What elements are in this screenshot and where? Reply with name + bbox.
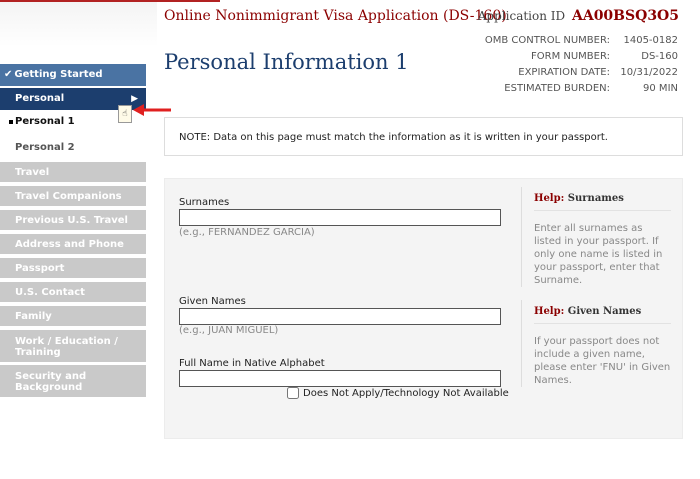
surnames-example: (e.g., FERNANDEZ GARCIA): [179, 227, 315, 238]
application-id: Application ID AA00BSQ3O5: [478, 8, 679, 24]
help-body: If your passport does not include a give…: [534, 336, 671, 386]
application-id-value: AA00BSQ3O5: [571, 8, 679, 24]
native-name-input[interactable]: [179, 370, 501, 387]
sidebar-item-travel-companions[interactable]: Travel Companions: [0, 186, 146, 208]
sidebar-item-address-phone[interactable]: Address and Phone: [0, 234, 146, 256]
app-title: Online Nonimmigrant Visa Application (DS…: [164, 8, 507, 24]
personal-info-form: Surnames (e.g., FERNANDEZ GARCIA) Given …: [164, 178, 683, 439]
sidebar-item-getting-started[interactable]: ✔ Getting Started: [0, 64, 146, 86]
help-prefix: Help:: [534, 306, 565, 317]
sidebar-item-label: Getting Started: [14, 69, 103, 80]
sidebar-item-passport[interactable]: Passport: [0, 258, 146, 280]
does-not-apply-label: Does Not Apply/Technology Not Available: [303, 387, 509, 399]
omb-key: OMB CONTROL NUMBER:: [484, 35, 610, 46]
omb-value: 1405-0182: [623, 35, 678, 46]
omb-row: FORM NUMBER: DS-160: [485, 49, 678, 65]
sidebar-item-family[interactable]: Family: [0, 306, 146, 328]
native-name-label: Full Name in Native Alphabet: [179, 358, 325, 369]
omb-value: 10/31/2022: [620, 67, 678, 78]
help-title: Help: Given Names: [534, 300, 671, 324]
given-names-example: (e.g., JUAN MIGUEL): [179, 325, 279, 336]
help-prefix: Help:: [534, 193, 565, 204]
help-surnames: Help: Surnames Enter all surnames as lis…: [521, 187, 671, 287]
omb-key: EXPIRATION DATE:: [518, 67, 610, 78]
sidebar-item-us-contact[interactable]: U.S. Contact: [0, 282, 146, 304]
sidebar-item-label: Personal 2: [15, 142, 75, 153]
given-names-label: Given Names: [179, 296, 246, 307]
help-title: Help: Surnames: [534, 187, 671, 211]
sidebar-item-label: Personal: [15, 93, 65, 104]
red-arrow-icon: [133, 104, 171, 116]
omb-value: DS-160: [641, 51, 678, 62]
help-topic: Surnames: [567, 193, 624, 204]
omb-row: OMB CONTROL NUMBER: 1405-0182: [485, 33, 678, 49]
sidebar-item-work-education[interactable]: Work / Education / Training: [0, 330, 146, 364]
current-page-marker-icon: [9, 120, 13, 124]
cursor-hand-icon: ☝: [118, 105, 132, 123]
omb-key: ESTIMATED BURDEN:: [504, 83, 610, 94]
help-given-names: Help: Given Names If your passport does …: [521, 300, 671, 387]
sidebar-item-security-background[interactable]: Security and Background: [0, 365, 146, 399]
omb-value: 90 MIN: [643, 83, 678, 94]
given-names-input[interactable]: [179, 308, 501, 325]
checkmark-icon: ✔: [4, 69, 13, 80]
does-not-apply-option[interactable]: Does Not Apply/Technology Not Available: [287, 387, 509, 399]
help-body: Enter all surnames as listed in your pas…: [534, 223, 663, 286]
omb-key: FORM NUMBER:: [531, 51, 610, 62]
application-id-label: Application ID: [477, 9, 566, 23]
surnames-label: Surnames: [179, 197, 230, 208]
does-not-apply-checkbox[interactable]: [287, 387, 299, 399]
help-topic: Given Names: [567, 306, 642, 317]
sidebar-item-previous-us-travel[interactable]: Previous U.S. Travel: [0, 210, 146, 232]
passport-notice: NOTE: Data on this page must match the i…: [164, 117, 683, 156]
omb-row: EXPIRATION DATE: 10/31/2022: [485, 65, 678, 81]
omb-info: OMB CONTROL NUMBER: 1405-0182 FORM NUMBER…: [485, 33, 678, 97]
sidebar-item-travel[interactable]: Travel: [0, 162, 146, 184]
sidebar-item-personal-2[interactable]: Personal 2: [0, 136, 146, 160]
surnames-input[interactable]: [179, 209, 501, 226]
sidebar-item-label: Personal 1: [15, 116, 75, 127]
omb-row: ESTIMATED BURDEN: 90 MIN: [485, 81, 678, 97]
page-title: Personal Information 1: [164, 50, 409, 74]
header-shade: [0, 2, 157, 47]
